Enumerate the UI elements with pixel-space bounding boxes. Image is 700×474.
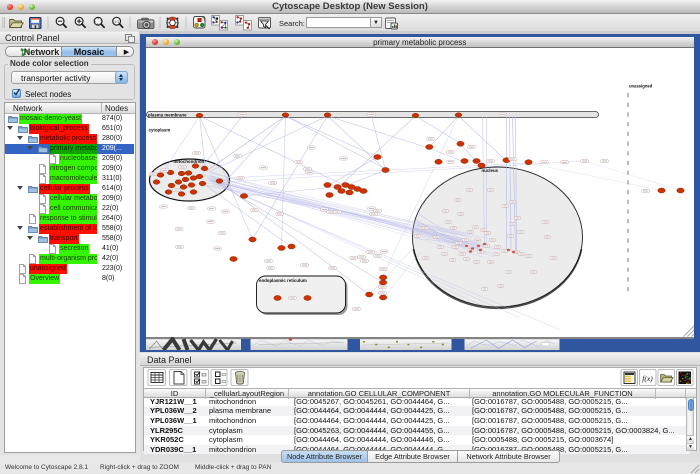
svg-text:unassigned: unassigned <box>629 84 653 89</box>
svg-text:endoplasmic reticulum: endoplasmic reticulum <box>259 278 307 283</box>
svg-text:f(x): f(x) <box>642 374 653 383</box>
svg-text:nucleus: nucleus <box>481 168 498 173</box>
svg-text:mitochondrion: mitochondrion <box>173 159 204 164</box>
svg-text:1:1: 1:1 <box>114 20 119 24</box>
svg-text:cytoplasm: cytoplasm <box>148 128 170 133</box>
svg-text:plasma membrane: plasma membrane <box>148 113 187 118</box>
